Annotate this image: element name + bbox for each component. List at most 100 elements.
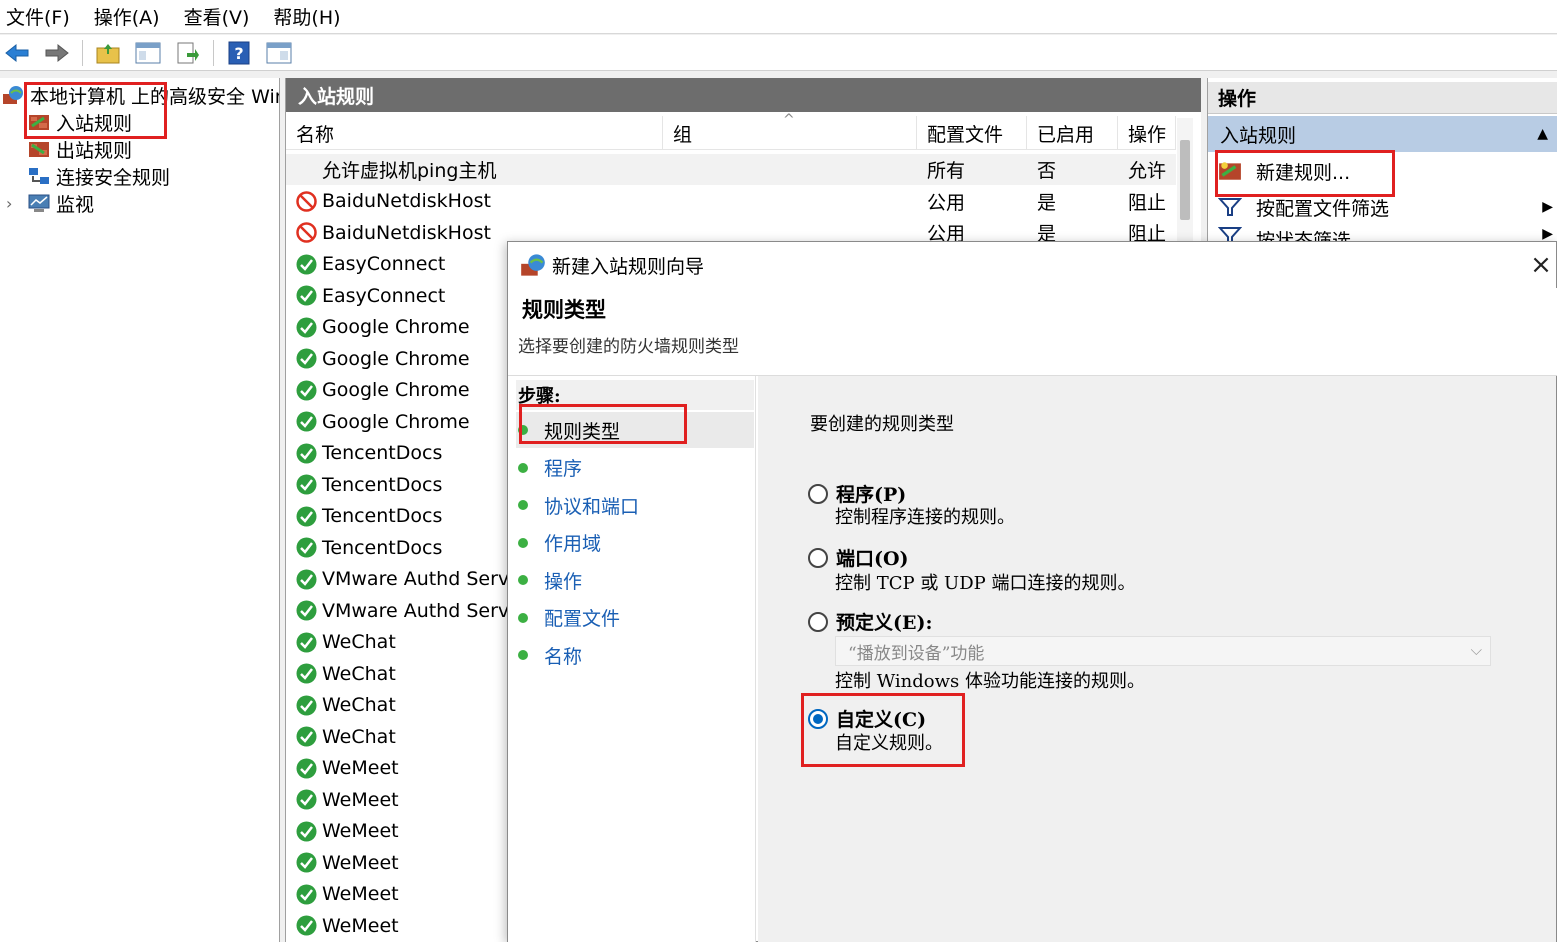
rule-name: EasyConnect bbox=[322, 253, 446, 275]
filter-by-profile-action[interactable]: 按配置文件筛选 ▶ bbox=[1218, 190, 1553, 224]
predefined-select[interactable]: “播放到设备”功能 ⌵ bbox=[835, 636, 1491, 666]
menu-action[interactable]: 操作(A) bbox=[94, 3, 160, 30]
tree-item-inbound-rules[interactable]: 入站规则 bbox=[28, 109, 132, 135]
option-label: 自定义(C) bbox=[836, 709, 927, 731]
allow-check-icon bbox=[296, 632, 317, 652]
rule-name: 允许虚拟机ping主机 bbox=[322, 160, 497, 182]
rule-name-cell: VMware Authd Service bbox=[296, 568, 537, 590]
new-rule-action[interactable]: 新建规则... bbox=[1218, 154, 1350, 188]
help-button[interactable]: ? bbox=[224, 39, 254, 67]
rule-name-cell: Google Chrome bbox=[296, 348, 470, 370]
radio-predefined[interactable] bbox=[808, 611, 828, 632]
export-button[interactable] bbox=[173, 39, 203, 67]
rule-name-cell: 允许虚拟机ping主机 bbox=[296, 156, 496, 183]
rule-name: WeMeet bbox=[322, 851, 399, 874]
rule-name: WeChat bbox=[322, 631, 396, 653]
rule-name-cell: WeMeet bbox=[296, 820, 399, 842]
rule-name: WeMeet bbox=[322, 914, 399, 937]
wizard-step[interactable]: 作用域 bbox=[516, 525, 754, 561]
page-heading: 规则类型 bbox=[522, 297, 606, 322]
rule-name-cell: TencentDocs bbox=[296, 474, 442, 496]
new-rule-label: 新建规则... bbox=[1256, 161, 1351, 184]
rule-name-cell: VMware Authd Service bbox=[296, 600, 537, 622]
wizard-steps: 步骤: 规则类型 程序协议和端口作用域 操作 配置文件名称 bbox=[508, 376, 756, 942]
option-predefined[interactable]: 预定义(E): bbox=[808, 608, 932, 635]
wizard-step[interactable]: 协议和端口 bbox=[516, 487, 754, 523]
firewall-globe-icon bbox=[3, 86, 23, 104]
step-dot-icon bbox=[518, 650, 528, 660]
forward-button[interactable] bbox=[42, 39, 72, 67]
rule-name-cell: TencentDocs bbox=[296, 505, 442, 527]
step-label: 协议和端口 bbox=[544, 495, 640, 518]
rule-name: WeChat bbox=[322, 694, 396, 716]
column-name[interactable]: 名称 bbox=[286, 116, 663, 150]
radio-port[interactable] bbox=[808, 547, 828, 568]
rule-name: Google Chrome bbox=[322, 347, 470, 370]
allow-check-icon bbox=[296, 600, 317, 621]
column-enabled[interactable]: 已启用 bbox=[1027, 116, 1118, 150]
filter-by-state-action[interactable]: 按状态筛选 ▶ bbox=[1218, 226, 1553, 242]
up-folder-button[interactable] bbox=[93, 39, 123, 67]
new-rule-icon bbox=[1219, 162, 1241, 180]
column-action[interactable]: 操作 bbox=[1118, 116, 1176, 150]
rule-name-cell: WeMeet bbox=[296, 789, 399, 811]
close-button[interactable]: × bbox=[1526, 250, 1556, 280]
table-row[interactable]: BaiduNetdiskHost 公用 是 阻止 bbox=[286, 186, 1176, 217]
tree-item-connection-security-rules[interactable]: 连接安全规则 bbox=[28, 163, 170, 189]
radio-custom[interactable] bbox=[808, 708, 828, 729]
rule-name-cell: EasyConnect bbox=[296, 285, 445, 307]
rule-name: BaiduNetdiskHost bbox=[322, 190, 491, 212]
step-label: 名称 bbox=[544, 645, 583, 668]
chevron-right-icon[interactable]: › bbox=[6, 194, 22, 213]
column-profile[interactable]: 配置文件 bbox=[917, 116, 1027, 150]
wizard-step[interactable]: 程序 bbox=[516, 450, 754, 486]
option-port[interactable]: 端口(O) bbox=[808, 544, 909, 571]
column-group[interactable]: 组 ^ bbox=[663, 112, 917, 150]
option-custom[interactable]: 自定义(C) bbox=[808, 705, 926, 732]
console-tree-icon bbox=[135, 42, 161, 63]
collapse-icon[interactable]: ▲ bbox=[1537, 126, 1548, 142]
wizard-step[interactable]: 名称 bbox=[516, 637, 754, 673]
option-label: 预定义(E): bbox=[836, 612, 933, 634]
rule-name: WeMeet bbox=[322, 757, 399, 779]
tree-root[interactable]: 本地计算机 上的高级安全 Windows Defender 防火墙 bbox=[2, 82, 279, 108]
steps-label: 步骤: bbox=[516, 380, 754, 410]
block-icon bbox=[296, 222, 317, 243]
radio-program[interactable] bbox=[808, 483, 828, 504]
rule-name: TencentDocs bbox=[322, 442, 443, 464]
menu-view[interactable]: 查看(V) bbox=[184, 3, 250, 30]
rule-name-cell: EasyConnect bbox=[296, 253, 445, 275]
tree-item-outbound-rules[interactable]: 出站规则 bbox=[28, 136, 132, 162]
toolbar: ? bbox=[0, 35, 1557, 71]
arrow-right-icon bbox=[45, 43, 69, 62]
menu-help[interactable]: 帮助(H) bbox=[273, 3, 340, 30]
properties-button[interactable] bbox=[264, 39, 294, 67]
rule-profile: 公用 bbox=[927, 191, 966, 214]
wizard-step[interactable]: 规则类型 bbox=[516, 412, 754, 448]
allow-check-icon bbox=[296, 821, 317, 841]
panel-title: 入站规则 bbox=[286, 78, 1201, 112]
back-button[interactable] bbox=[2, 39, 32, 67]
export-icon bbox=[177, 42, 199, 63]
menubar: 文件(F) 操作(A) 查看(V) 帮助(H) bbox=[0, 0, 1557, 34]
new-inbound-rule-wizard: 新建入站规则向导 × 规则类型 选择要创建的防火墙规则类型 步骤: 规则类型 程序… bbox=[507, 241, 1557, 942]
allow-check-icon bbox=[296, 443, 317, 463]
option-desc: 控制 Windows 体验功能连接的规则。 bbox=[835, 671, 1145, 692]
rule-name: Google Chrome bbox=[322, 410, 470, 433]
table-row[interactable]: 允许虚拟机ping主机 所有 否 允许 bbox=[286, 154, 1176, 185]
tree-item-label: 入站规则 bbox=[56, 112, 133, 135]
column-group-label: 组 bbox=[673, 123, 693, 146]
wizard-step[interactable]: 操作 bbox=[516, 562, 754, 598]
tree-item-monitoring[interactable]: › 监视 bbox=[6, 190, 94, 216]
rule-name: TencentDocs bbox=[322, 473, 443, 496]
filter-icon bbox=[1218, 198, 1242, 216]
rule-action: 允许 bbox=[1128, 160, 1167, 182]
menu-file[interactable]: 文件(F) bbox=[6, 3, 70, 30]
allow-check-icon bbox=[296, 695, 317, 715]
wizard-step[interactable]: 配置文件 bbox=[516, 600, 754, 636]
allow-check-icon bbox=[296, 537, 317, 558]
actions-section-inbound[interactable]: 入站规则 ▲ bbox=[1208, 116, 1557, 152]
scrollbar-thumb[interactable] bbox=[1180, 140, 1190, 220]
show-hide-tree-button[interactable] bbox=[133, 39, 163, 67]
allow-check-icon bbox=[296, 254, 317, 274]
